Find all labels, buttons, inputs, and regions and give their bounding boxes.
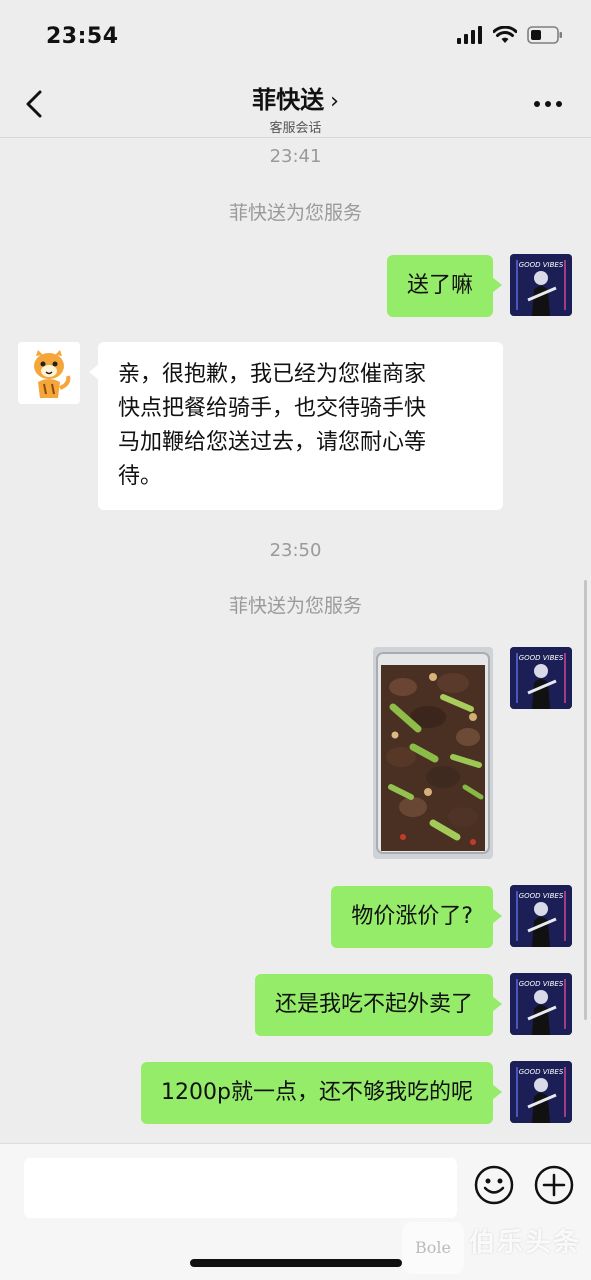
user-avatar-image: GOOD VIBES [510, 254, 572, 316]
user-avatar-image: GOOD VIBES [510, 647, 572, 709]
message-bubble-sent[interactable]: 送了嘛 [386, 255, 503, 317]
timestamp: 23:41 [269, 146, 322, 167]
status-time: 23:54 [46, 24, 119, 49]
more-icon[interactable] [533, 94, 563, 114]
chevron-right-icon: › [330, 89, 339, 114]
plus-icon[interactable] [533, 1164, 575, 1206]
chat-title-area[interactable]: 菲快送 › 客服会话 [0, 80, 591, 136]
status-icons [457, 26, 563, 44]
message-line: 马加鞭给您送过去，请您耐心等 [118, 430, 427, 455]
avatar-logo-text: GOOD VIBES [519, 980, 564, 988]
nav-bar: 菲快送 › 客服会话 [0, 72, 591, 138]
avatar-logo-text: GOOD VIBES [519, 1068, 564, 1076]
message-bubble-sent[interactable]: 物价涨价了? [331, 886, 502, 948]
watermark-logo: Bole [402, 1222, 464, 1274]
service-avatar[interactable] [18, 342, 80, 404]
emoji-icon[interactable] [473, 1164, 515, 1206]
avatar-logo-text: GOOD VIBES [519, 892, 564, 900]
tiger-mascot-icon [18, 342, 80, 404]
chat-title: 菲快送 [252, 86, 325, 114]
user-avatar[interactable]: GOOD VIBES [510, 647, 572, 709]
message-bubble-sent[interactable]: 1200p就一点，还不够我吃的呢 [141, 1062, 502, 1124]
user-avatar-image: GOOD VIBES [510, 973, 572, 1035]
user-avatar[interactable]: GOOD VIBES [510, 254, 572, 316]
avatar-logo-text: GOOD VIBES [519, 261, 564, 269]
food-photo[interactable] [373, 647, 493, 859]
user-avatar-image: GOOD VIBES [510, 885, 572, 947]
wifi-icon [493, 26, 517, 43]
user-avatar[interactable]: GOOD VIBES [510, 1061, 572, 1123]
system-message: 菲快送为您服务 [228, 202, 362, 224]
timestamp: 23:50 [269, 540, 322, 561]
watermark-text: 伯乐头条 [468, 1228, 581, 1258]
message-line: 待。 [118, 464, 163, 489]
status-bar: 23:54 [0, 0, 591, 72]
message-input[interactable] [24, 1158, 457, 1218]
chat-scrollbar[interactable] [584, 580, 587, 1020]
food-photo-image [373, 647, 493, 859]
battery-icon [527, 26, 562, 44]
system-message: 菲快送为您服务 [228, 595, 362, 617]
message-line: 亲，很抱歉，我已经为您催商家 [118, 362, 427, 387]
message-bubble-sent[interactable]: 还是我吃不起外卖了 [254, 974, 503, 1036]
message-line: 快点把餐给骑手，也交待骑手快 [118, 396, 427, 421]
message-bubble-received[interactable]: 亲，很抱歉，我已经为您催商家 快点把餐给骑手，也交待骑手快 马加鞭给您送过去，请… [89, 342, 503, 510]
signal-icon [457, 26, 482, 44]
user-avatar-image: GOOD VIBES [510, 1061, 572, 1123]
home-indicator[interactable] [190, 1259, 402, 1267]
chat-subtitle: 客服会话 [269, 121, 322, 136]
user-avatar[interactable]: GOOD VIBES [510, 973, 572, 1035]
avatar-logo-text: GOOD VIBES [519, 654, 564, 662]
user-avatar[interactable]: GOOD VIBES [510, 885, 572, 947]
